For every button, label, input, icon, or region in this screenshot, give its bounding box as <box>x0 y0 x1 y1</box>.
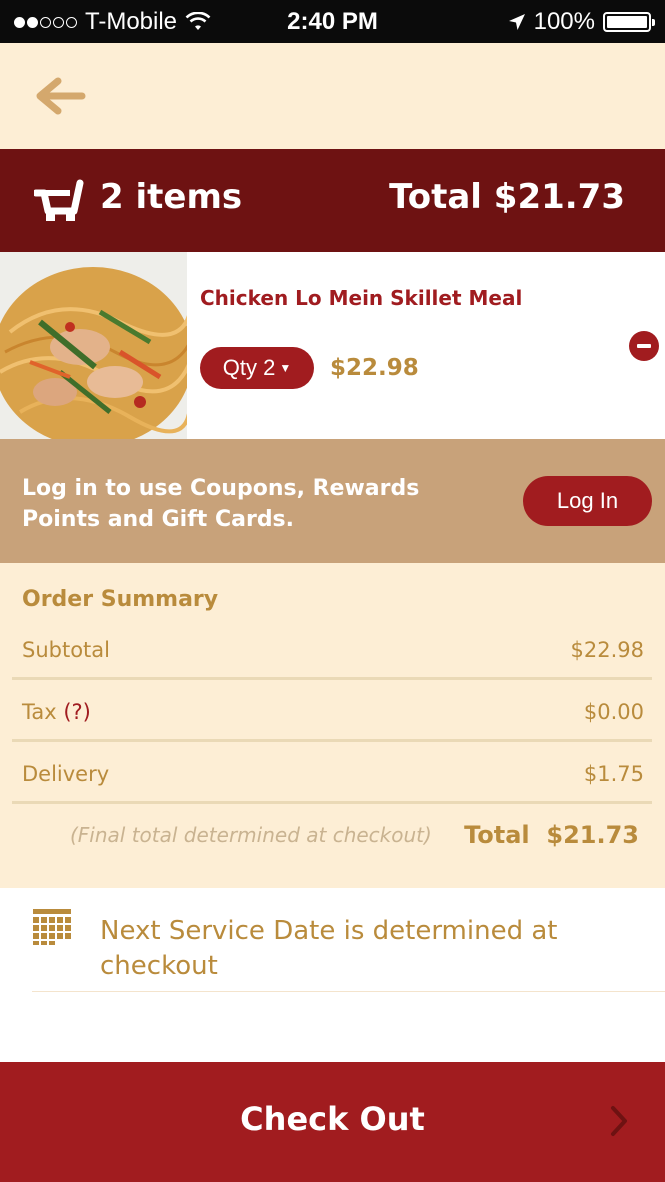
battery-percent: 100% <box>533 8 595 35</box>
item-name[interactable]: Chicken Lo Mein Skillet Meal <box>200 286 522 310</box>
quantity-label: Qty 2 <box>222 355 276 380</box>
summary-label: Subtotal <box>22 638 110 662</box>
divider <box>32 991 665 992</box>
item-price: $22.98 <box>330 355 419 381</box>
summary-value: $1.75 <box>583 762 644 786</box>
login-message: Log in to use Coupons, Rewards Points an… <box>22 476 420 532</box>
top-nav <box>0 43 665 149</box>
back-arrow-icon[interactable] <box>28 73 88 119</box>
order-summary-title: Order Summary <box>22 587 219 612</box>
summary-row-delivery: Delivery $1.75 <box>12 742 652 802</box>
remove-item-icon[interactable] <box>629 331 659 361</box>
calendar-icon <box>33 909 71 945</box>
tax-help-link[interactable]: (?) <box>63 700 91 724</box>
divider <box>12 801 652 804</box>
item-thumbnail <box>0 252 187 439</box>
service-date-section: Next Service Date is determined at check… <box>0 888 665 1062</box>
summary-value: $22.98 <box>570 638 644 662</box>
cart-total: Total $21.73 <box>389 177 625 217</box>
summary-value: $0.00 <box>583 700 644 724</box>
order-total-label: Total <box>464 821 530 849</box>
cart-item-count: 2 items <box>100 177 243 217</box>
status-right: 100% <box>508 8 655 36</box>
battery-icon <box>603 12 655 32</box>
checkout-label: Check Out <box>240 1100 425 1138</box>
quantity-dropdown[interactable]: Qty 2 ▼ <box>200 347 314 389</box>
cart-item: Chicken Lo Mein Skillet Meal Qty 2 ▼ $22… <box>0 252 665 439</box>
summary-row-subtotal: Subtotal $22.98 <box>12 618 652 678</box>
location-arrow-icon <box>508 14 525 30</box>
status-bar: T-Mobile 2:40 PM 100% <box>0 0 665 43</box>
summary-row-tax: Tax (?) $0.00 <box>12 680 652 740</box>
summary-label: Tax <box>22 700 57 724</box>
dropdown-caret-icon: ▼ <box>279 361 292 375</box>
cart-header: 2 items Total $21.73 <box>0 149 665 252</box>
summary-label: Delivery <box>22 762 110 786</box>
final-total-note: (Final total determined at checkout) <box>70 823 432 847</box>
chevron-right-icon <box>611 1106 627 1136</box>
cart-icon <box>34 179 84 221</box>
login-button[interactable]: Log In <box>523 476 652 526</box>
order-total: Total $21.73 <box>464 821 639 849</box>
checkout-button[interactable]: Check Out <box>0 1062 665 1182</box>
service-date-text: Next Service Date is determined at check… <box>100 916 558 981</box>
order-total-value: $21.73 <box>546 821 639 849</box>
